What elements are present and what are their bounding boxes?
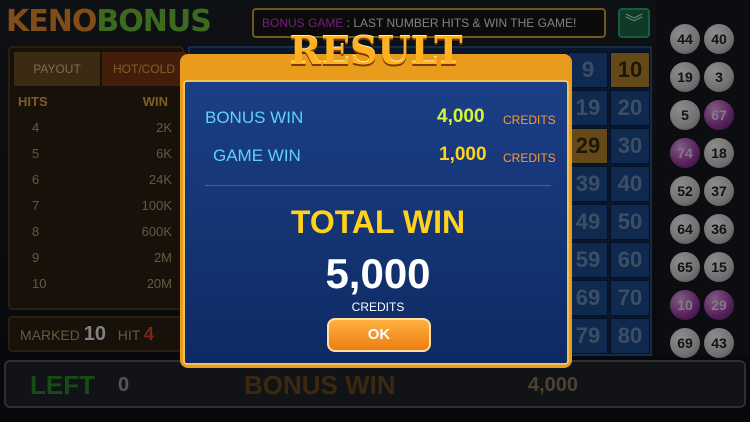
total-win-credits-unit: CREDITS: [351, 300, 405, 314]
total-win-label: TOTAL WIN: [290, 204, 466, 240]
total-win-value: 5,000: [325, 250, 431, 297]
bonus-win-row-label: BONUS WIN: [205, 108, 304, 127]
game-win-row-label: GAME WIN: [213, 146, 301, 165]
result-content: BONUS WIN 4,000 CREDITS GAME WIN 1,000 C…: [183, 80, 569, 365]
keno-game-screen: KENOBONUS BONUS GAME : LAST NUMBER HITS …: [0, 0, 750, 422]
divider: [205, 185, 551, 186]
game-win-credits-unit: CREDITS: [503, 151, 556, 165]
result-title: RESULT: [289, 28, 463, 73]
ok-button[interactable]: OK: [327, 318, 431, 352]
bonus-win-credits-unit: CREDITS: [503, 113, 556, 127]
bonus-win-row-value: 4,000: [437, 106, 485, 127]
result-modal: RESULT BONUS WIN 4,000 CREDITS GAME WIN …: [180, 28, 572, 368]
game-win-row-value: 1,000: [439, 144, 487, 165]
